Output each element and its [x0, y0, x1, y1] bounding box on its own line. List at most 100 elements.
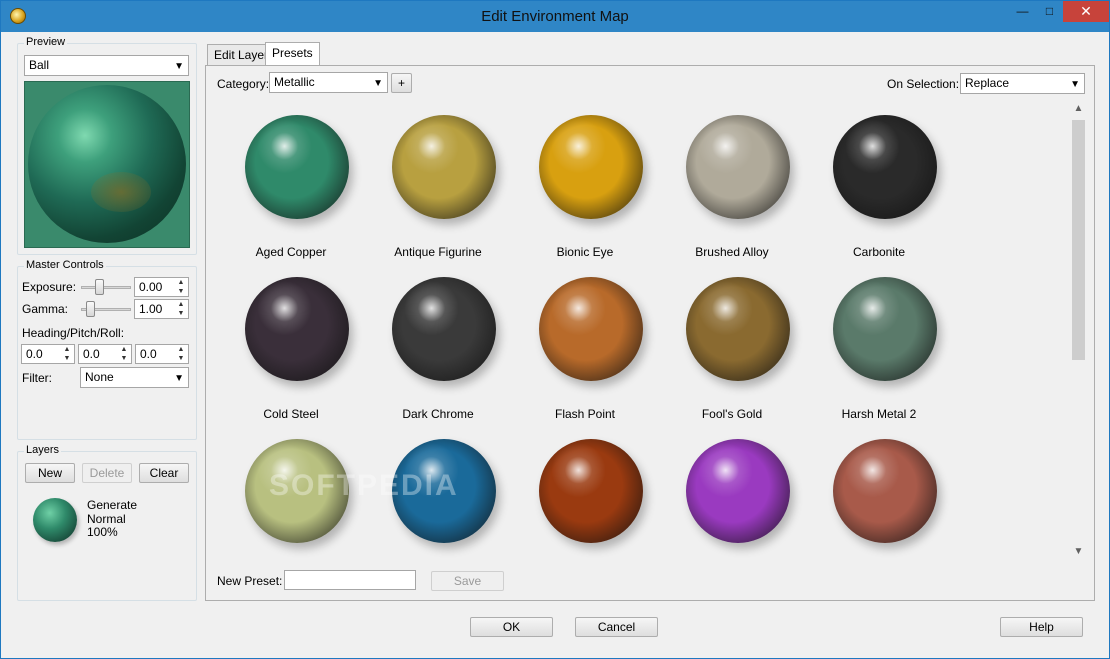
preset-sphere: [686, 277, 790, 381]
on-selection-select[interactable]: Replace ▼: [960, 73, 1085, 94]
gamma-slider[interactable]: [81, 301, 131, 317]
preset-name: Antique Figurine: [394, 245, 482, 259]
preset-item[interactable]: Carbonite: [807, 115, 951, 265]
new-preset-label: New Preset:: [217, 574, 283, 588]
preset-item[interactable]: Dark Chrome: [366, 277, 510, 427]
presets-scrollbar[interactable]: ▲ ▼: [1071, 103, 1086, 561]
preset-sphere: [686, 115, 790, 219]
master-controls-legend: Master Controls: [24, 259, 106, 271]
preview-mode-select[interactable]: Ball ▼: [24, 55, 189, 76]
category-select[interactable]: Metallic ▼: [269, 72, 388, 93]
preset-name: Aged Copper: [255, 245, 327, 259]
exposure-label: Exposure:: [22, 280, 77, 294]
category-label: Category:: [217, 77, 270, 91]
exposure-slider-thumb[interactable]: [95, 279, 104, 295]
exposure-field[interactable]: 0.00 ▲ ▼: [134, 277, 189, 297]
clear-layers-button[interactable]: Clear: [139, 463, 189, 483]
delete-layer-button[interactable]: Delete: [82, 463, 132, 483]
ok-button[interactable]: OK: [470, 617, 553, 637]
roll-field[interactable]: 0.0 ▲ ▼: [135, 344, 189, 364]
preset-item[interactable]: Flash Point: [513, 277, 657, 427]
roll-value: 0.0: [140, 347, 157, 361]
layer-thumbnail: [33, 498, 77, 542]
scroll-up-icon[interactable]: ▲: [1071, 103, 1086, 118]
on-selection-label: On Selection:: [887, 77, 960, 91]
preview-mode-value: Ball: [29, 58, 50, 72]
preset-sphere: [833, 115, 937, 219]
preset-item[interactable]: Harsh Metal 2: [807, 277, 951, 427]
category-value: Metallic: [274, 75, 315, 89]
cancel-button[interactable]: Cancel: [575, 617, 658, 637]
window-title: Edit Environment Map: [481, 8, 629, 25]
title-bar: Edit Environment Map — □ ✕: [1, 1, 1109, 32]
scrollbar-thumb[interactable]: [1072, 120, 1085, 360]
preset-name: Brushed Alloy: [695, 245, 769, 259]
preset-item[interactable]: Cold Steel: [219, 277, 363, 427]
filter-value: None: [85, 370, 114, 384]
spin-arrows-icon[interactable]: ▲ ▼: [175, 278, 187, 296]
spin-arrows-icon[interactable]: ▲ ▼: [175, 300, 187, 318]
pitch-value: 0.0: [83, 347, 100, 361]
preset-sphere: [392, 115, 496, 219]
filter-select[interactable]: None ▼: [80, 367, 189, 388]
close-button[interactable]: ✕: [1063, 1, 1109, 22]
edit-environment-map-window: Edit Environment Map — □ ✕ Preview Ball …: [0, 0, 1110, 659]
on-selection-value: Replace: [965, 76, 1010, 90]
preset-item[interactable]: [660, 439, 804, 561]
save-preset-button[interactable]: Save: [431, 571, 504, 591]
preset-item[interactable]: [807, 439, 951, 561]
preset-item[interactable]: Antique Figurine: [366, 115, 510, 265]
spin-arrows-icon[interactable]: ▲ ▼: [175, 345, 187, 363]
preset-sphere: [833, 277, 937, 381]
preset-sphere: [833, 439, 937, 543]
preset-item[interactable]: Bionic Eye: [513, 115, 657, 265]
chevron-down-icon: ▼: [174, 373, 184, 384]
preset-item[interactable]: Brushed Alloy: [660, 115, 804, 265]
help-button[interactable]: Help: [1000, 617, 1083, 637]
chevron-down-icon: ▼: [174, 61, 184, 72]
maximize-button[interactable]: □: [1036, 1, 1063, 22]
preset-item[interactable]: Fool's Gold: [660, 277, 804, 427]
preset-name: Harsh Metal 2: [841, 407, 917, 421]
preset-sphere: [539, 115, 643, 219]
preset-item[interactable]: Aged Copper: [219, 115, 363, 265]
preview-legend: Preview: [24, 36, 68, 48]
preset-name: Fool's Gold: [701, 407, 763, 421]
spin-arrows-icon[interactable]: ▲ ▼: [118, 345, 130, 363]
chevron-down-icon: ▼: [1070, 79, 1080, 90]
preset-name: Bionic Eye: [556, 245, 614, 259]
layer-item[interactable]: Generate Normal 100%: [31, 496, 191, 544]
new-preset-input[interactable]: [284, 570, 416, 590]
layers-legend: Layers: [24, 444, 62, 456]
layer-name: Generate: [87, 498, 138, 512]
spin-arrows-icon[interactable]: ▲ ▼: [61, 345, 73, 363]
softpedia-watermark: SOFTPEDIA: [269, 469, 459, 502]
preset-name: Flash Point: [554, 407, 616, 421]
gamma-slider-thumb[interactable]: [86, 301, 95, 317]
tab-presets[interactable]: Presets: [265, 42, 320, 67]
exposure-value: 0.00: [139, 280, 163, 294]
preset-sphere: [539, 277, 643, 381]
gamma-field[interactable]: 1.00 ▲ ▼: [134, 299, 189, 319]
layer-opacity: 100%: [87, 525, 118, 539]
new-layer-button[interactable]: New: [25, 463, 75, 483]
chevron-down-icon: ▼: [373, 78, 383, 89]
scroll-down-icon[interactable]: ▼: [1071, 546, 1086, 561]
gamma-label: Gamma:: [22, 302, 69, 316]
gamma-value: 1.00: [139, 302, 163, 316]
preset-name: Cold Steel: [263, 407, 319, 421]
preset-sphere: [245, 115, 349, 219]
preset-name: Dark Chrome: [402, 407, 474, 421]
preset-item[interactable]: [513, 439, 657, 561]
heading-value: 0.0: [26, 347, 43, 361]
layer-blend-mode: Normal: [87, 512, 126, 526]
exposure-slider[interactable]: [81, 279, 131, 295]
preset-sphere: [539, 439, 643, 543]
minimize-button[interactable]: —: [1009, 1, 1036, 22]
heading-field[interactable]: 0.0 ▲ ▼: [21, 344, 75, 364]
add-category-button[interactable]: +: [391, 73, 412, 93]
pitch-field[interactable]: 0.0 ▲ ▼: [78, 344, 132, 364]
heading-pitch-roll-label: Heading/Pitch/Roll:: [22, 326, 125, 340]
preview-image: [24, 81, 190, 248]
preview-sphere: [28, 85, 186, 243]
